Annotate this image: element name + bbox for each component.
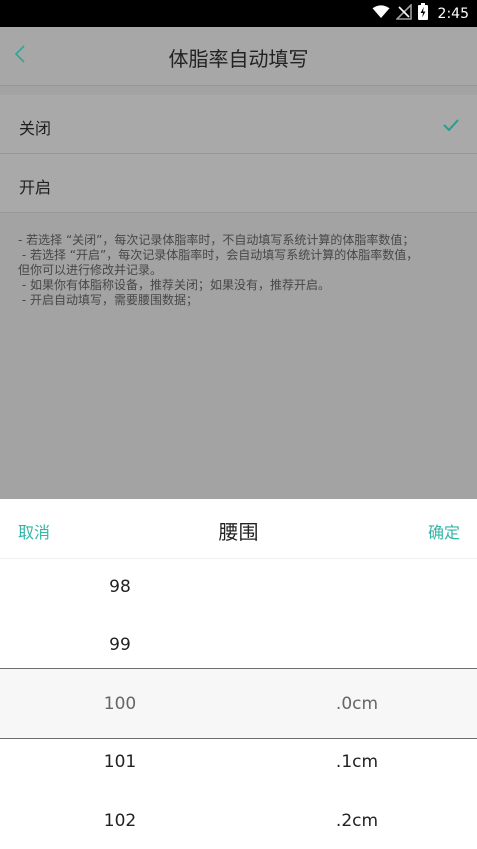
picker-item[interactable]: .2cm [277, 811, 437, 831]
note-line: - 若选择 “开启”，每次记录体脂率时，会自动填写系统计算的体脂率数值， [18, 248, 419, 262]
number-picker[interactable]: 98 99 100 101 102 .0cm .1cm .2cm [0, 558, 477, 849]
note-line: - 如果你有体脂称设备，推荐关闭；如果没有，推荐开启。 [18, 278, 330, 292]
battery-charging-icon [417, 3, 428, 24]
app-bar: 体脂率自动填写 [0, 27, 477, 86]
option-label: 开启 [19, 178, 52, 197]
page-title: 体脂率自动填写 [168, 47, 309, 71]
sheet-title: 腰围 [218, 520, 259, 544]
decimal-wheel[interactable]: .0cm .1cm .2cm [277, 558, 437, 849]
note-line: - 若选择 “关闭”，每次记录体脂率时，不自动填写系统计算的体脂率数值； [18, 233, 415, 247]
picker-item[interactable]: 101 [40, 752, 200, 772]
picker-item[interactable]: 98 [40, 577, 200, 597]
background-screen: 体脂率自动填写 关闭 开启 - 若选择 “关闭”，每次记录体脂率时，不自动填写系… [0, 27, 477, 499]
status-time: 2:45 [437, 5, 469, 22]
status-bar: 2:45 [0, 0, 477, 27]
picker-item-selected[interactable]: .0cm [277, 694, 437, 714]
option-label: 关闭 [19, 119, 52, 138]
option-list: 关闭 开启 [0, 95, 477, 213]
note-line: 但你可以进行修改并记录。 [18, 263, 163, 277]
no-signal-icon [394, 2, 412, 24]
picker-item[interactable]: .1cm [277, 752, 437, 772]
picker-item[interactable]: 102 [40, 811, 200, 831]
integer-wheel[interactable]: 98 99 100 101 102 [40, 558, 200, 849]
check-icon [443, 116, 459, 135]
sheet-header: 取消 腰围 确定 [0, 499, 477, 559]
waist-picker-sheet: 取消 腰围 确定 98 99 100 101 102 .0cm .1cm .2c… [0, 499, 477, 849]
picker-item[interactable]: 99 [40, 635, 200, 655]
note-line: - 开启自动填写，需要腰围数据； [18, 293, 198, 307]
confirm-button[interactable]: 确定 [428, 519, 460, 543]
explanation-notes: - 若选择 “关闭”，每次记录体脂率时，不自动填写系统计算的体脂率数值； - 若… [18, 233, 458, 308]
option-off[interactable]: 关闭 [0, 95, 477, 154]
picker-item-selected[interactable]: 100 [40, 694, 200, 714]
option-on[interactable]: 开启 [0, 154, 477, 213]
wifi-icon [372, 4, 390, 23]
